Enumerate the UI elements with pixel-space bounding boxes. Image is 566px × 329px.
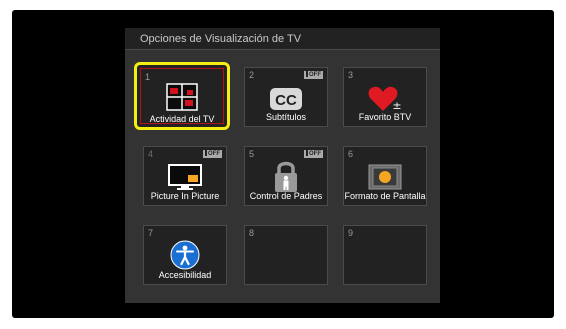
off-badge: OFF — [304, 150, 323, 158]
tile-label: Favorito BTV — [358, 112, 412, 122]
tile-number: 6 — [348, 149, 354, 159]
tile-number: 8 — [249, 228, 255, 238]
tile-empty-9[interactable]: 9 — [343, 225, 427, 285]
tile-label: Actividad del TV — [149, 114, 215, 124]
off-badge: OFF — [304, 71, 323, 79]
tile-label: Control de Padres — [249, 191, 323, 201]
tile-tv-activity[interactable]: 1 Actividad del TV — [134, 62, 230, 130]
panel-title: Opciones de Visualización de TV — [140, 33, 302, 45]
tile-number: 1 — [145, 72, 151, 82]
tile-picture-in-picture[interactable]: 4 OFF Picture In Picture — [143, 146, 227, 206]
tile-btv-favorite[interactable]: 3 ± Favorito BTV — [343, 67, 427, 127]
tile-number: 4 — [148, 149, 154, 159]
off-badge: OFF — [203, 150, 222, 158]
panel-header: Opciones de Visualización de TV — [125, 28, 440, 50]
tile-label: Subtítulos — [265, 112, 307, 122]
tv-activity-icon — [166, 83, 198, 116]
tile-screen-format[interactable]: 6 Formato de Pantalla — [343, 146, 427, 206]
tile-label: Accesibilidad — [158, 270, 212, 280]
tile-number: 9 — [348, 228, 354, 238]
tile-empty-8[interactable]: 8 — [244, 225, 328, 285]
tile-number: 2 — [249, 70, 255, 80]
svg-text:CC: CC — [275, 92, 297, 109]
tile-number: 3 — [348, 70, 354, 80]
tile-parental-control[interactable]: 5 OFF Control de Padres — [244, 146, 328, 206]
tile-accessibility[interactable]: 7 Accesibilidad — [143, 225, 227, 285]
tile-number: 5 — [249, 149, 255, 159]
tile-subtitles[interactable]: 2 OFF CC Subtítulos — [244, 67, 328, 127]
svg-text:±: ± — [392, 99, 401, 112]
tile-number: 7 — [148, 228, 154, 238]
tile-label: Formato de Pantalla — [344, 191, 426, 201]
tile-label: Picture In Picture — [150, 191, 220, 201]
